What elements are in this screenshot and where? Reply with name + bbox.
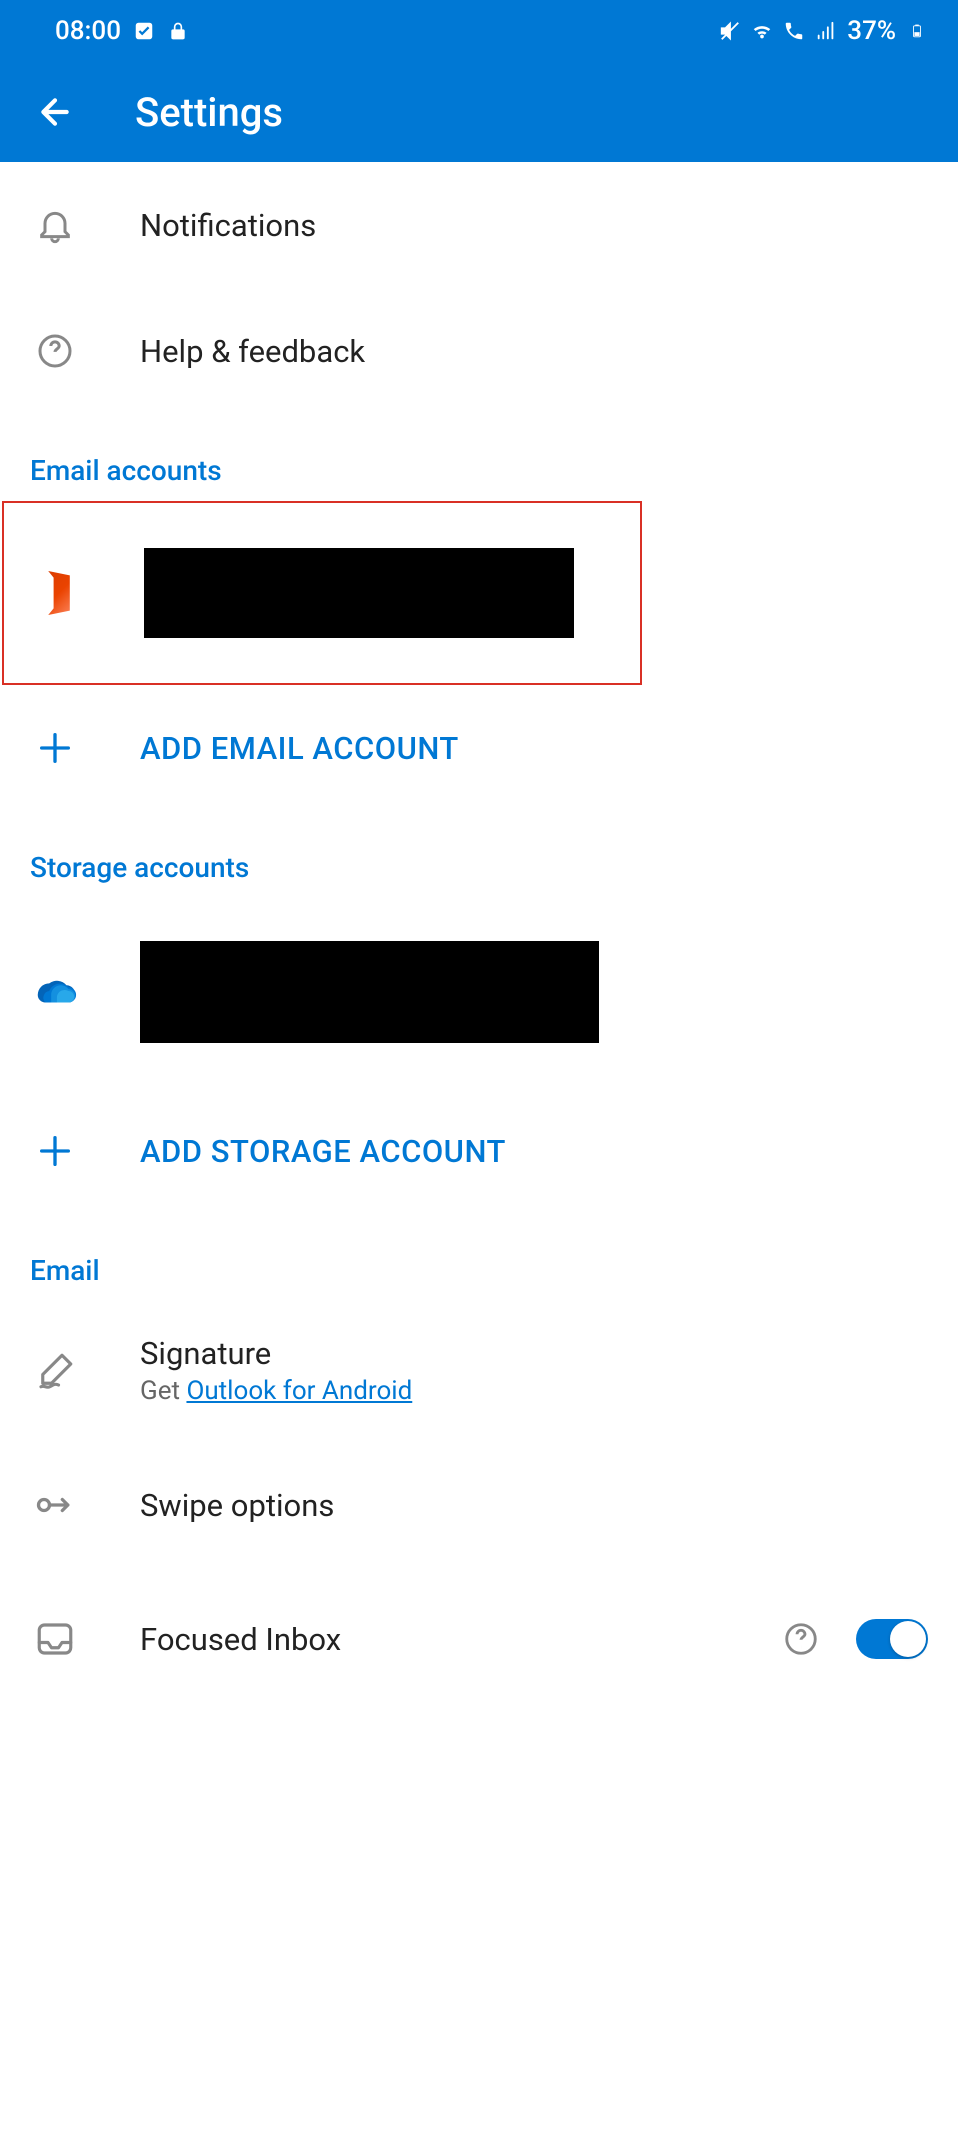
notifications-row[interactable]: Notifications <box>0 162 958 288</box>
call-icon <box>783 20 805 42</box>
focused-label: Focused Inbox <box>140 1621 722 1658</box>
plus-icon <box>30 723 80 773</box>
battery-icon <box>906 20 928 42</box>
lock-icon <box>167 20 189 42</box>
swipe-icon <box>30 1480 80 1530</box>
signature-sub-prefix: Get <box>140 1376 186 1406</box>
section-email-accounts: Email accounts <box>0 414 958 499</box>
signature-sub: Get Outlook for Android <box>140 1376 928 1406</box>
status-bar: 08:00 37% <box>0 0 958 62</box>
email-account-row[interactable] <box>4 503 640 683</box>
help-feedback-row[interactable]: Help & feedback <box>0 288 958 414</box>
bell-icon <box>30 200 80 250</box>
redacted-email <box>144 548 574 638</box>
signature-icon <box>30 1346 80 1396</box>
status-battery: 37% <box>847 16 896 46</box>
outlook-android-link[interactable]: Outlook for Android <box>186 1376 412 1406</box>
storage-account-row[interactable] <box>0 896 958 1088</box>
inbox-icon <box>30 1614 80 1664</box>
signature-row[interactable]: Signature Get Outlook for Android <box>0 1299 958 1442</box>
wifi-icon <box>751 20 773 42</box>
help-icon <box>30 326 80 376</box>
add-email-label: ADD EMAIL ACCOUNT <box>140 730 928 767</box>
back-button[interactable] <box>35 92 75 132</box>
add-storage-account-row[interactable]: ADD STORAGE ACCOUNT <box>0 1088 958 1214</box>
office-icon <box>34 568 84 618</box>
add-email-account-row[interactable]: ADD EMAIL ACCOUNT <box>0 685 958 811</box>
swipe-options-row[interactable]: Swipe options <box>0 1442 958 1568</box>
add-storage-label: ADD STORAGE ACCOUNT <box>140 1133 928 1170</box>
section-storage-accounts: Storage accounts <box>0 811 958 896</box>
app-header: Settings <box>0 62 958 162</box>
notifications-label: Notifications <box>140 207 928 244</box>
mute-icon <box>719 20 741 42</box>
focused-inbox-toggle[interactable] <box>856 1619 928 1659</box>
section-email: Email <box>0 1214 958 1299</box>
help-label: Help & feedback <box>140 333 928 370</box>
page-title: Settings <box>135 89 283 136</box>
highlight-box <box>2 501 642 685</box>
plus-icon <box>30 1126 80 1176</box>
redacted-storage <box>140 941 599 1043</box>
checkbox-icon <box>133 20 155 42</box>
signature-label: Signature <box>140 1335 928 1372</box>
signal-icon <box>815 20 837 42</box>
focused-inbox-row[interactable]: Focused Inbox <box>0 1568 958 1694</box>
swipe-label: Swipe options <box>140 1487 928 1524</box>
status-right: 37% <box>719 16 928 46</box>
status-time: 08:00 <box>55 16 121 46</box>
onedrive-icon <box>30 967 80 1017</box>
status-left: 08:00 <box>55 16 189 46</box>
help-icon[interactable] <box>782 1620 820 1658</box>
